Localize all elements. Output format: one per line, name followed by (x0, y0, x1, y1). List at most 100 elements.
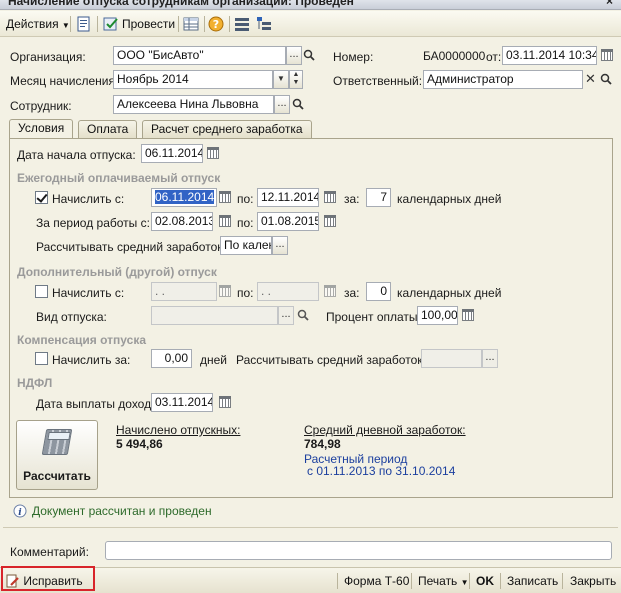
svg-text:i: i (18, 508, 22, 518)
ellipsis-icon: ... (281, 308, 291, 320)
calendar-icon[interactable] (324, 285, 336, 297)
extra-days-label: календарных дней (397, 286, 502, 300)
spinner-up-down-icon: ▲ ▼ (292, 71, 300, 86)
document-date-field[interactable]: 03.11.2014 10:34: (502, 46, 597, 65)
triangle-down-icon: ▼ (61, 21, 70, 30)
calendar-icon[interactable] (219, 396, 231, 408)
magnifier-icon[interactable] (600, 73, 612, 85)
employee-field[interactable]: Алексеева Нина Львовна (113, 95, 274, 114)
calendar-icon[interactable] (219, 191, 231, 203)
accrued-label: Начислено отпускных: (116, 423, 241, 437)
calendar-icon[interactable] (207, 147, 219, 159)
compensation-days-field[interactable]: 0,00 (151, 349, 192, 368)
month-dropdown-button[interactable]: ▼ (273, 70, 289, 89)
leave-type-field[interactable] (151, 306, 278, 325)
compensation-average-select-button[interactable]: ... (482, 349, 498, 368)
compensation-accrue-label: Начислить за: (52, 353, 131, 367)
close-button[interactable]: Закрыть (570, 574, 616, 588)
help-button[interactable]: ? (208, 15, 226, 33)
bottom-separator (500, 573, 501, 589)
tab-conditions[interactable]: Условия (9, 119, 74, 139)
calculate-button-label: Рассчитать (23, 469, 91, 483)
magnifier-icon[interactable] (297, 309, 309, 321)
print-label: Печать (418, 574, 458, 588)
document-icon (77, 16, 90, 32)
calendar-icon[interactable] (324, 191, 336, 203)
info-icon: i (13, 504, 27, 518)
month-spinner[interactable]: ▲ ▼ (289, 70, 303, 89)
post-button[interactable]: Провести (103, 15, 175, 33)
compensation-accrue-checkbox[interactable] (35, 352, 48, 365)
average-earnings-field[interactable]: По кален (220, 236, 272, 255)
work-period-to-field[interactable]: 01.08.2015 (257, 212, 319, 231)
compensation-title: Компенсация отпуска (17, 333, 147, 347)
comment-field[interactable] (105, 541, 612, 560)
employee-select-button[interactable]: ... (274, 95, 290, 114)
calculate-button[interactable]: Рассчитать (16, 420, 98, 490)
organization-field[interactable]: ООО "БисАвто" (113, 46, 286, 65)
vacation-start-field[interactable]: 06.11.2014 (141, 144, 203, 163)
organization-select-button[interactable]: ... (286, 46, 302, 65)
post-icon (103, 17, 118, 31)
form-t60-button[interactable]: Форма Т-60 (344, 574, 409, 588)
extra-from-field[interactable]: . . (151, 282, 217, 301)
comment-label: Комментарий: (10, 545, 89, 559)
annual-to-field[interactable]: 12.11.2014 (257, 188, 319, 207)
calendar-icon[interactable] (601, 49, 613, 61)
toolbar-separator (70, 16, 71, 32)
number-value: БА0000000 (423, 49, 486, 63)
income-date-field[interactable]: 03.11.2014 (151, 393, 213, 412)
tree-icon (257, 17, 271, 30)
print-menu-button[interactable]: Печать ▼ (418, 574, 469, 588)
annual-leave-title: Ежегодный оплачиваемый отпуск (17, 171, 221, 185)
average-daily-label: Средний дневной заработок: (304, 423, 466, 437)
toolbar-separator (229, 16, 230, 32)
ellipsis-icon: ... (275, 238, 285, 250)
magnifier-icon[interactable] (292, 98, 304, 110)
table-icon (183, 17, 199, 31)
number-label: Номер: (333, 50, 374, 64)
actions-menu-button[interactable]: Действия ▼ (6, 15, 70, 33)
responsible-field[interactable]: Администратор (423, 70, 583, 89)
ok-button[interactable]: OK (476, 574, 494, 588)
calendar-icon[interactable] (219, 285, 231, 297)
toolbar-separator (178, 16, 179, 32)
annual-from-value: 06.11.2014 (155, 190, 215, 204)
annual-accrue-label: Начислить с: (52, 192, 125, 206)
list-button[interactable] (234, 15, 252, 33)
toolbar-separator (97, 16, 98, 32)
tab-average-earnings[interactable]: Расчет среднего заработка (142, 120, 312, 139)
leave-type-select-button[interactable]: ... (278, 306, 294, 325)
annual-days-field[interactable]: 7 (366, 188, 391, 207)
extra-to-field[interactable]: . . (257, 282, 319, 301)
clear-icon[interactable]: ✕ (585, 71, 596, 87)
annual-accrue-checkbox[interactable] (35, 191, 48, 204)
average-earnings-label: Рассчитывать средний заработок: (36, 240, 226, 254)
save-button[interactable]: Записать (507, 574, 558, 588)
magnifier-icon[interactable] (303, 49, 315, 61)
average-earnings-select-button[interactable]: ... (272, 236, 288, 255)
pay-percent-field[interactable]: 100,00 (417, 306, 458, 325)
employee-label: Сотрудник: (10, 99, 72, 113)
calendar-icon[interactable] (219, 215, 231, 227)
annual-for-label: за: (344, 192, 360, 206)
annual-from-field[interactable]: 06.11.2014 (151, 188, 217, 207)
extra-accrue-checkbox[interactable] (35, 285, 48, 298)
window-close-button[interactable]: × (606, 0, 613, 8)
month-field[interactable]: Ноябрь 2014 (113, 70, 273, 89)
table-button[interactable] (183, 15, 201, 33)
month-label: Месяц начисления: (10, 74, 119, 88)
calculator-icon[interactable] (462, 309, 474, 321)
tree-button[interactable] (256, 15, 274, 33)
calculation-period-value[interactable]: с 01.11.2013 по 31.10.2014 (307, 464, 455, 478)
compensation-average-label: Рассчитывать средний заработок: (236, 353, 426, 367)
actions-label: Действия (6, 17, 59, 31)
tab-payment[interactable]: Оплата (78, 120, 138, 139)
annual-days-label: календарных дней (397, 192, 502, 206)
annual-to-label: по: (237, 192, 254, 206)
divider (3, 527, 618, 528)
extra-days-field[interactable]: 0 (366, 282, 391, 301)
calendar-icon[interactable] (324, 215, 336, 227)
work-period-from-field[interactable]: 02.08.2013 (151, 212, 213, 231)
compensation-average-field[interactable] (421, 349, 482, 368)
